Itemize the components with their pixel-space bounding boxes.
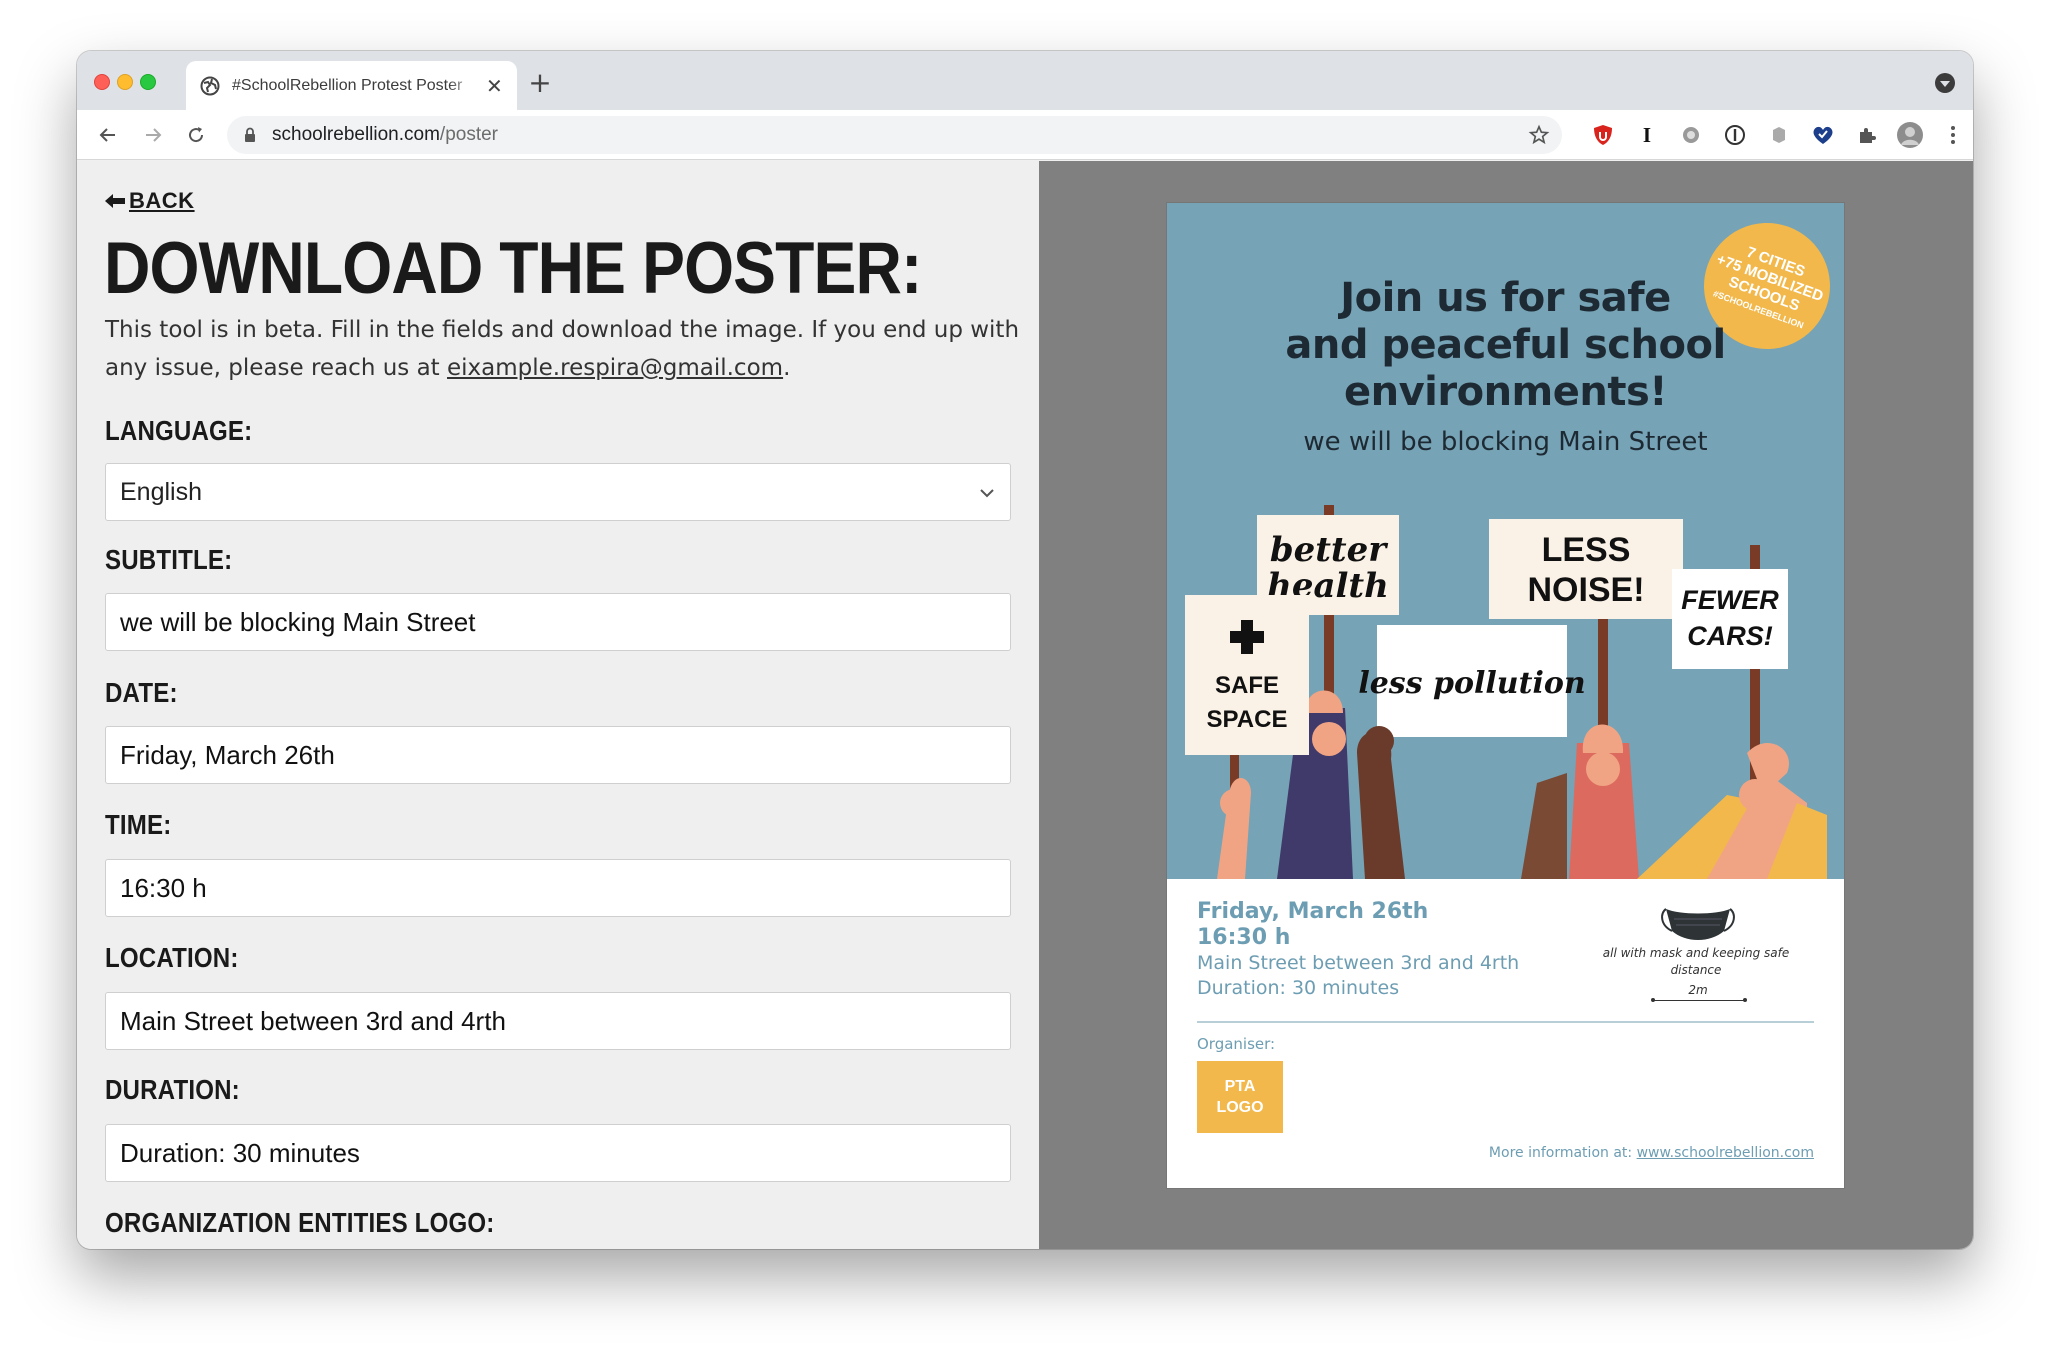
close-window-button[interactable] xyxy=(94,74,110,90)
minimize-window-button[interactable] xyxy=(117,74,133,90)
poster-subtitle: we will be blocking Main Street xyxy=(1303,427,1708,457)
sign-better: better xyxy=(1270,530,1388,570)
back-nav-button[interactable] xyxy=(93,120,123,150)
date-input[interactable]: Friday, March 26th xyxy=(105,726,1011,784)
tab-search-icon[interactable] xyxy=(1935,73,1955,93)
sign-less: LESS xyxy=(1542,531,1631,569)
globe-icon xyxy=(200,76,220,95)
time-input[interactable]: 16:30 h xyxy=(105,859,1011,917)
ublock-extension-icon[interactable] xyxy=(1589,121,1617,149)
location-input[interactable]: Main Street between 3rd and 4rth xyxy=(105,992,1011,1050)
subtitle-label: SUBTITLE: xyxy=(105,544,233,575)
duration-label: DURATION: xyxy=(105,1074,240,1105)
duration-input[interactable]: Duration: 30 minutes xyxy=(105,1124,1011,1182)
new-tab-button[interactable]: + xyxy=(525,66,555,99)
tab-title: #SchoolRebellion Protest Poster xyxy=(232,76,463,94)
browser-window: #SchoolRebellion Protest Poster ✕ + scho… xyxy=(77,51,1973,1249)
gear-extension-icon[interactable] xyxy=(1677,121,1705,149)
onepassword-extension-icon[interactable] xyxy=(1721,121,1749,149)
mask-distance: 2m xyxy=(1688,983,1708,997)
intro-text: This tool is in beta. Fill in the fields… xyxy=(105,317,1020,381)
email-link[interactable]: eixample.respira@gmail.com xyxy=(447,355,783,381)
poster-preview: 7 CITIES +75 MOBILIZED SCHOOLS #SCHOOLRE… xyxy=(1167,203,1844,1188)
logo-label: ORGANIZATION ENTITIES LOGO: xyxy=(105,1207,495,1238)
sign-fewer: FEWER xyxy=(1681,585,1779,615)
url-text: schoolrebellion.com/poster xyxy=(272,124,499,145)
back-link[interactable]: BACK xyxy=(105,188,195,214)
language-select[interactable]: English xyxy=(105,463,1011,521)
poster-headline: Join us for safe and peaceful school env… xyxy=(1285,275,1726,415)
puzzle-extensions-icon[interactable] xyxy=(1853,121,1881,149)
protest-illustration: better health LESS NOISE! FEWER CARS! SA… xyxy=(1185,505,1827,879)
poster-divider xyxy=(1197,1021,1814,1023)
title-bar: #SchoolRebellion Protest Poster ✕ + xyxy=(77,51,1973,110)
arrow-left-icon xyxy=(105,194,125,208)
kebab-menu-icon[interactable] xyxy=(1939,121,1967,149)
tab-poster[interactable]: #SchoolRebellion Protest Poster ✕ xyxy=(186,61,517,110)
organiser-label: Organiser: xyxy=(1197,1035,1276,1053)
mask-notice: all with mask and keeping safe distance xyxy=(1602,946,1790,977)
instapaper-extension-icon[interactable]: I xyxy=(1633,121,1661,149)
close-tab-icon[interactable]: ✕ xyxy=(486,74,503,98)
maximize-window-button[interactable] xyxy=(140,74,156,90)
date-label: DATE: xyxy=(105,677,178,708)
sign-less-pollution: less pollution xyxy=(1358,666,1585,701)
sign-safe: SAFE xyxy=(1215,672,1279,699)
location-label: LOCATION: xyxy=(105,942,239,973)
poster-event-info: Friday, March 26th 16:30 h Main Street b… xyxy=(1197,899,1520,999)
distance-line xyxy=(1651,998,1747,1002)
sign-space: SPACE xyxy=(1207,706,1288,733)
evernote-extension-icon[interactable] xyxy=(1765,121,1793,149)
avatar[interactable] xyxy=(1896,121,1924,149)
pta-logo-placeholder: PTA LOGO xyxy=(1197,1061,1283,1133)
subtitle-input[interactable]: we will be blocking Main Street xyxy=(105,593,1011,651)
lock-icon xyxy=(245,127,255,142)
page-content: BACK DOWNLOAD THE POSTER: This tool is i… xyxy=(77,161,1973,1249)
sign-cars: CARS! xyxy=(1687,621,1773,651)
poster-form: BACK DOWNLOAD THE POSTER: This tool is i… xyxy=(77,161,1039,1249)
time-label: TIME: xyxy=(105,809,172,840)
poster-header-area: 7 CITIES +75 MOBILIZED SCHOOLS #SCHOOLRE… xyxy=(1167,203,1844,879)
reload-icon xyxy=(189,127,204,143)
language-label: LANGUAGE: xyxy=(105,415,253,446)
arrow-left-icon xyxy=(99,128,115,142)
heart-extension-icon[interactable] xyxy=(1809,121,1837,149)
chevron-down-icon xyxy=(980,489,994,498)
face-mask-icon xyxy=(1661,908,1735,940)
page-title: DOWNLOAD THE POSTER: xyxy=(104,228,922,309)
more-info: More information at: www.schoolrebellion… xyxy=(1488,1145,1814,1161)
forward-nav-button[interactable] xyxy=(138,120,168,150)
poster-preview-pane: 7 CITIES +75 MOBILIZED SCHOOLS #SCHOOLRE… xyxy=(1039,161,1973,1249)
address-bar[interactable]: schoolrebellion.com/poster xyxy=(227,116,1562,154)
sign-noise: NOISE! xyxy=(1527,571,1644,609)
reload-button[interactable] xyxy=(181,120,211,150)
bookmark-star-icon[interactable] xyxy=(1528,124,1550,146)
browser-toolbar: schoolrebellion.com/poster I xyxy=(77,110,1973,160)
arrow-right-icon xyxy=(146,128,162,142)
website-link[interactable]: www.schoolrebellion.com xyxy=(1637,1145,1814,1161)
